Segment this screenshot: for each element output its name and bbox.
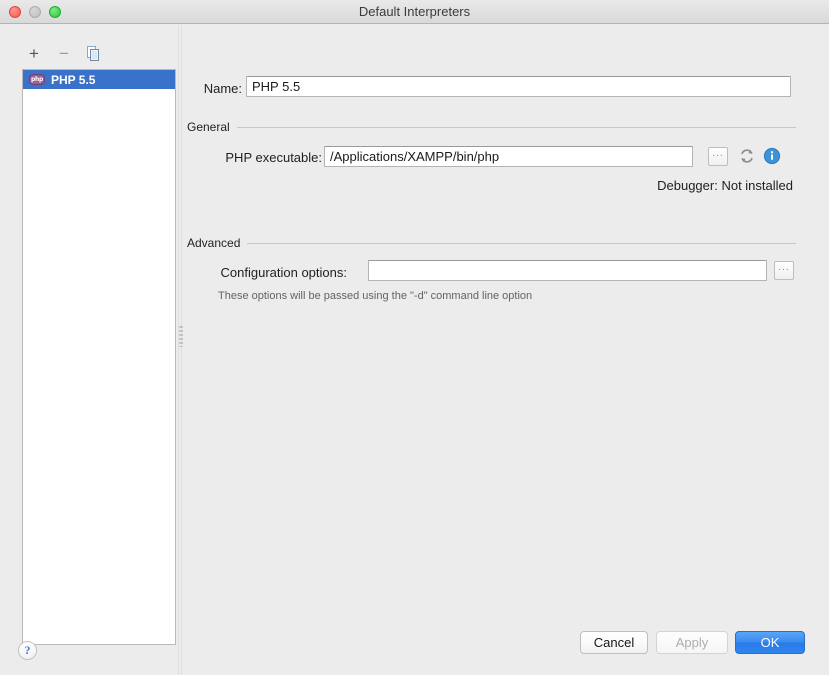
section-general-rule xyxy=(236,126,796,128)
section-advanced: Advanced xyxy=(187,236,796,250)
configuration-options-input[interactable] xyxy=(368,260,767,281)
list-item-label: PHP 5.5 xyxy=(51,72,96,87)
debugger-value: Not installed xyxy=(721,178,793,193)
apply-button[interactable]: Apply xyxy=(656,631,728,654)
info-icon[interactable] xyxy=(763,147,781,165)
php-executable-input[interactable] xyxy=(324,146,693,167)
panel-splitter[interactable] xyxy=(178,25,183,675)
splitter-grip[interactable] xyxy=(179,325,183,347)
php-icon: php xyxy=(29,74,45,85)
section-advanced-rule xyxy=(247,242,796,244)
dialog-content: + − php PHP 5.5 Name: PHP 5.5 General PH… xyxy=(0,25,829,675)
interpreter-detail-pane: Name: General PHP executable: ... xyxy=(184,25,829,675)
title-bar: Default Interpreters xyxy=(0,0,829,24)
section-general: General xyxy=(187,120,796,134)
refresh-icon[interactable] xyxy=(738,147,756,165)
list-item[interactable]: php PHP 5.5 xyxy=(23,70,175,89)
ok-button[interactable]: OK xyxy=(735,631,805,654)
configuration-options-browse-button[interactable]: ... xyxy=(774,261,794,280)
add-interpreter-button[interactable]: + xyxy=(24,43,44,63)
cancel-button[interactable]: Cancel xyxy=(580,631,648,654)
interpreter-list[interactable]: php PHP 5.5 xyxy=(22,69,176,645)
section-advanced-title: Advanced xyxy=(187,236,241,250)
dialog-window: Default Interpreters + − php PHP 5.5 Nam… xyxy=(0,0,829,675)
name-label: Name: xyxy=(203,81,242,96)
configuration-options-label: Configuration options: xyxy=(220,265,347,280)
remove-interpreter-button[interactable]: − xyxy=(54,43,74,63)
copy-interpreter-button[interactable] xyxy=(84,43,104,63)
window-title: Default Interpreters xyxy=(358,4,471,19)
name-input[interactable] xyxy=(246,76,791,97)
debugger-label: Debugger: xyxy=(657,178,718,193)
section-general-title: General xyxy=(187,120,230,134)
php-executable-label: PHP executable: xyxy=(225,150,322,165)
configuration-options-hint: These options will be passed using the "… xyxy=(218,290,533,302)
interpreter-list-toolbar: + − xyxy=(24,43,104,63)
copy-icon xyxy=(87,45,99,61)
help-button[interactable]: ? xyxy=(18,641,37,660)
debugger-status-row: Debugger: Not installed xyxy=(484,178,793,193)
php-executable-browse-button[interactable]: ... xyxy=(708,147,728,166)
